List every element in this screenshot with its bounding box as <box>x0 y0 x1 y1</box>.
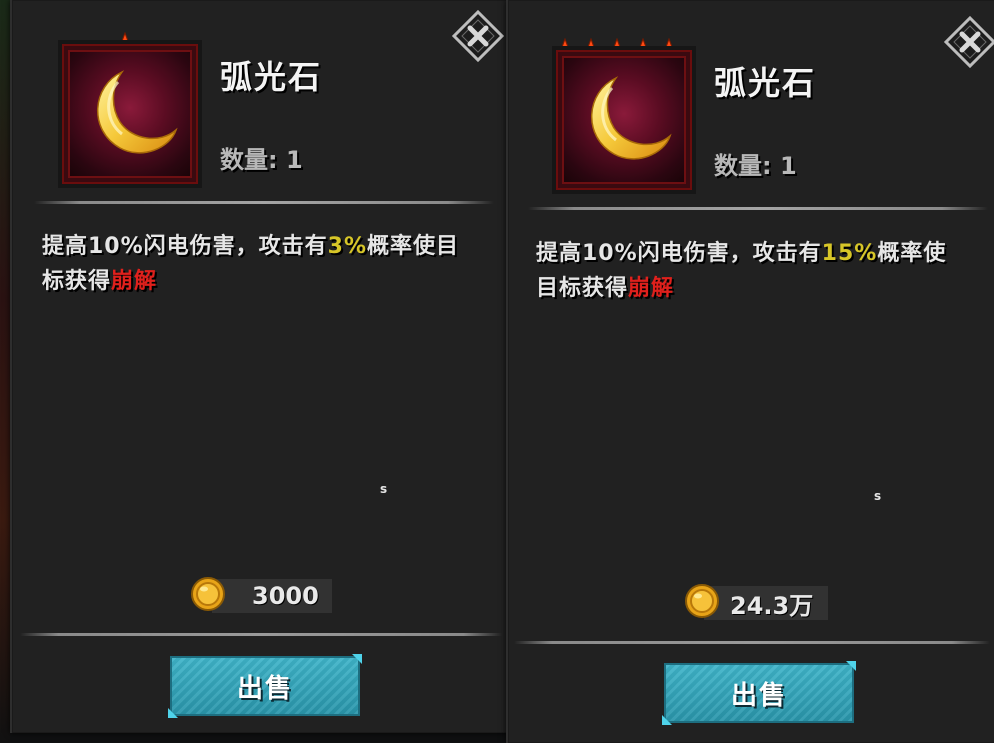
divider <box>528 207 988 210</box>
background-strip <box>0 0 10 743</box>
item-title: 弧光石 <box>220 58 323 96</box>
desc-text: 标获得 <box>42 269 112 294</box>
gold-coin-icon <box>685 584 719 618</box>
price-box: 3000 <box>212 579 332 613</box>
desc-text: 提高10%闪电伤害，攻击有 <box>536 241 822 266</box>
close-icon[interactable] <box>942 14 994 70</box>
crescent-moon-icon <box>96 70 178 154</box>
sell-price: 24.3万 <box>730 591 814 620</box>
item-description: 提高10%闪电伤害，攻击有15%概率使 目标获得崩解 <box>536 236 986 306</box>
sell-button[interactable]: 出售 <box>168 654 362 718</box>
desc-percent: 15% <box>821 241 878 266</box>
desc-text: 提高10%闪电伤害，攻击有 <box>42 234 328 259</box>
item-icon-frame <box>58 40 202 188</box>
desc-effect-keyword[interactable]: 崩解 <box>111 269 157 294</box>
desc-text: 目标获得 <box>536 276 629 301</box>
divider <box>514 641 990 644</box>
item-description: 提高10%闪电伤害，攻击有3%概率使目 标获得崩解 <box>42 229 492 299</box>
item-quantity: 数量: 1 <box>714 152 797 180</box>
price-box: 24.3万 <box>704 586 828 620</box>
sell-button[interactable]: 出售 <box>662 661 856 725</box>
tiny-mark: s <box>874 489 882 503</box>
divider <box>34 201 494 204</box>
item-detail-card-1: 弧光石 数量: 1 提高10%闪电伤害，攻击有3%概率使目 标获得崩解 s 30… <box>10 0 510 733</box>
sell-price: 3000 <box>252 582 319 610</box>
item-quantity: 数量: 1 <box>220 146 303 174</box>
desc-text: 概率使目 <box>367 234 460 259</box>
desc-effect-keyword[interactable]: 崩解 <box>628 276 674 301</box>
sell-button-label: 出售 <box>236 673 293 704</box>
sell-button-label: 出售 <box>730 680 787 711</box>
tiny-mark: s <box>380 482 388 496</box>
crescent-moon-icon <box>590 76 672 160</box>
divider <box>20 633 502 636</box>
desc-percent: 3% <box>327 234 368 259</box>
item-title: 弧光石 <box>714 64 817 102</box>
close-icon[interactable] <box>450 8 506 64</box>
item-detail-card-2: 弧光石 数量: 1 提高10%闪电伤害，攻击有15%概率使 目标获得崩解 s 2… <box>506 0 994 743</box>
desc-text: 概率使 <box>877 241 947 266</box>
item-icon-frame <box>552 46 696 194</box>
gold-coin-icon <box>191 577 225 611</box>
